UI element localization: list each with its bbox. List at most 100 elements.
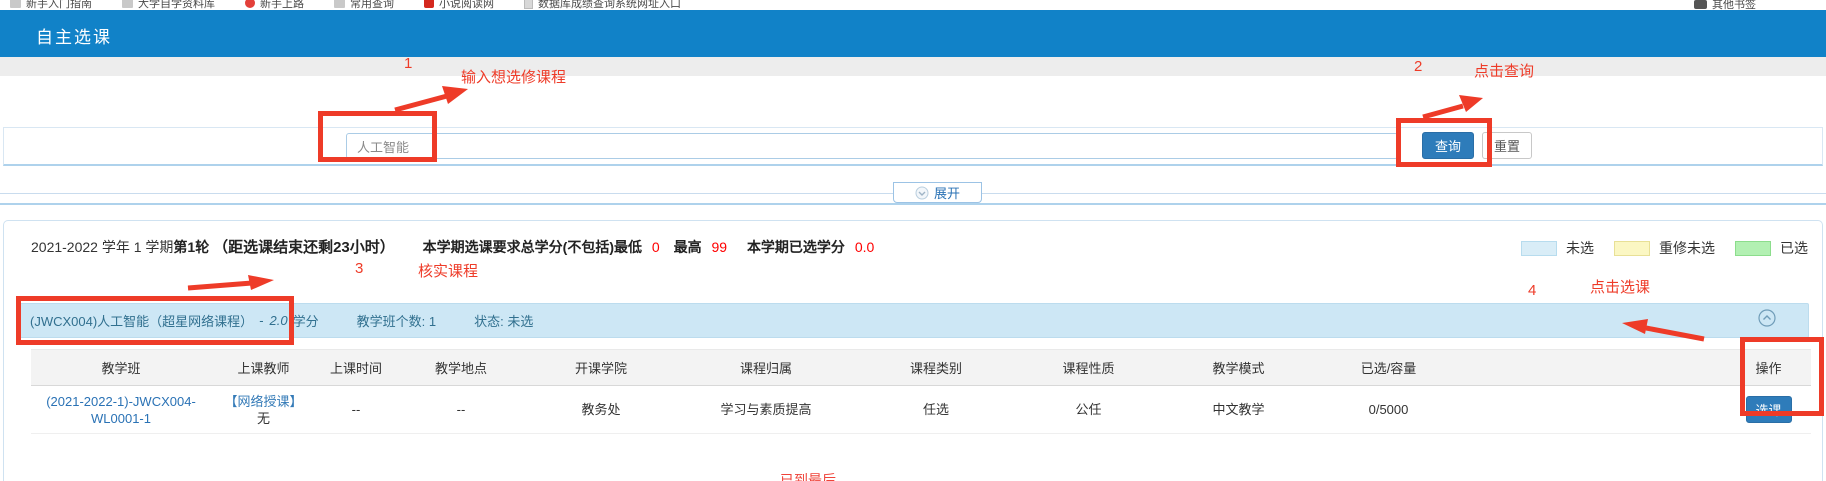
- arrow-icon: [1620, 317, 1708, 342]
- arrow-icon: [392, 84, 470, 114]
- cell-mode: 中文教学: [1161, 386, 1316, 434]
- other-bookmarks[interactable]: 其他书签: [1694, 0, 1756, 10]
- col-header-mode: 教学模式: [1161, 350, 1316, 386]
- step-label-2: 点击查询: [1474, 60, 1534, 81]
- course-class-count: 教学班个数: 1: [357, 311, 436, 330]
- toolbar-strip: [0, 57, 1826, 76]
- bookmark-label: 新手上路: [260, 0, 304, 10]
- cell-college: 教务处: [526, 386, 676, 434]
- term-label: 2021-2022 学年 1 学期: [31, 239, 173, 255]
- red-dot-icon: [245, 0, 255, 8]
- step-label-4: 点击选课: [1590, 276, 1650, 297]
- bookmark-label: 新手入门指南: [26, 0, 92, 10]
- other-bookmarks-label: 其他书签: [1712, 0, 1756, 10]
- semester-info: 2021-2022 学年 1 学期第1轮 （距选课结束还剩23小时） 本学期选课…: [31, 236, 874, 257]
- legend-item-unselected: 未选: [1521, 238, 1594, 258]
- legend-swatch: [1735, 241, 1771, 256]
- arrow-icon: [1421, 94, 1485, 121]
- cell-spacer: [1461, 386, 1726, 434]
- col-header-place: 教学地点: [396, 350, 526, 386]
- step-number-1: 1: [404, 55, 412, 72]
- step-number-3: 3: [355, 260, 363, 277]
- expand-toggle[interactable]: 展开: [893, 182, 982, 203]
- col-header-college: 开课学院: [526, 350, 676, 386]
- legend-label: 重修未选: [1659, 238, 1715, 258]
- max-label: 最高: [674, 239, 702, 255]
- legend-item-retake: 重修未选: [1614, 238, 1715, 258]
- bookmark-label: 小说阅读网: [439, 0, 494, 10]
- course-header-bar[interactable]: (JWCX004)人工智能（超星网络课程） - 2.0 学分 教学班个数: 1 …: [19, 303, 1809, 338]
- status-legend: 未选 重修未选 已选: [1521, 238, 1808, 258]
- browser-bookmarks-bar: 新手入门指南 大学自学资料库 新手上路 常用查询 小说阅读网 数据库成绩查询系统…: [0, 0, 1826, 10]
- class-code-link[interactable]: (2021-2022-1)-JWCX004-WL0001-1: [46, 394, 196, 426]
- col-header-time: 上课时间: [316, 350, 396, 386]
- col-header-category: 课程类别: [856, 350, 1016, 386]
- bookmark-item[interactable]: 常用查询: [334, 0, 394, 10]
- col-header-belong: 课程归属: [676, 350, 856, 386]
- course-title-dash: -: [259, 313, 263, 328]
- bookmark-label: 数据库成绩查询系统网址入口: [538, 0, 681, 10]
- bookmark-item[interactable]: 小说阅读网: [424, 0, 494, 10]
- footer-note: 已到最后: [780, 470, 836, 481]
- course-search-input[interactable]: [346, 133, 1398, 159]
- cell-nature: 公任: [1016, 386, 1161, 434]
- bookmark-label: 常用查询: [350, 0, 394, 10]
- course-title: (JWCX004)人工智能（超星网络课程）: [30, 311, 253, 330]
- course-status: 状态: 未选: [474, 311, 533, 330]
- page-title: 自主选课: [36, 23, 112, 48]
- min-credits: 0: [652, 239, 660, 255]
- folder-icon: [334, 0, 345, 8]
- legend-label: 已选: [1780, 238, 1808, 258]
- selected-credits-label: 本学期已选学分: [747, 239, 845, 255]
- course-credits-suffix: 学分: [293, 311, 319, 330]
- course-selection-page: 新手入门指南 大学自学资料库 新手上路 常用查询 小说阅读网 数据库成绩查询系统…: [0, 0, 1826, 481]
- reset-button[interactable]: 重置: [1482, 132, 1532, 159]
- arrow-icon: [186, 275, 276, 292]
- max-credits: 99: [711, 239, 727, 255]
- select-course-button[interactable]: 选课: [1746, 396, 1792, 423]
- chevron-down-circle-icon: [915, 186, 929, 200]
- search-panel: 查询 重置: [3, 127, 1823, 166]
- legend-swatch: [1521, 241, 1557, 256]
- teaching-class-table: 教学班 上课教师 上课时间 教学地点 开课学院 课程归属 课程类别 课程性质 教…: [31, 349, 1811, 434]
- legend-swatch: [1614, 241, 1650, 256]
- bookmark-item[interactable]: 新手入门指南: [10, 0, 92, 10]
- bookmark-label: 大学自学资料库: [138, 0, 215, 10]
- legend-item-selected: 已选: [1735, 238, 1808, 258]
- app-header: 自主选课: [0, 10, 1826, 57]
- col-header-capacity: 已选/容量: [1316, 350, 1461, 386]
- selected-credits: 0.0: [855, 239, 874, 255]
- countdown-label: （距选课结束还剩23小时）: [213, 239, 395, 256]
- step-number-4: 4: [1528, 282, 1536, 299]
- query-button[interactable]: 查询: [1422, 132, 1474, 159]
- folder-icon: [10, 0, 21, 8]
- table-header-row: 教学班 上课教师 上课时间 教学地点 开课学院 课程归属 课程类别 课程性质 教…: [31, 350, 1811, 386]
- col-header-class: 教学班: [31, 350, 211, 386]
- col-header-nature: 课程性质: [1016, 350, 1161, 386]
- step-label-3: 核实课程: [418, 260, 478, 281]
- cell-category: 任选: [856, 386, 1016, 434]
- cell-belong: 学习与素质提高: [676, 386, 856, 434]
- requirement-label: 本学期选课要求总学分(不包括)最低: [423, 239, 642, 255]
- divider: [0, 203, 1826, 205]
- step-number-2: 2: [1414, 58, 1422, 75]
- chevron-up-circle-icon[interactable]: [1758, 309, 1776, 327]
- course-credits: 2.0: [270, 313, 288, 328]
- bookmark-item[interactable]: 数据库成绩查询系统网址入口: [524, 0, 681, 10]
- step-label-1: 输入想选修课程: [461, 66, 566, 87]
- folder-icon: [122, 0, 133, 8]
- device-icon: [1694, 0, 1707, 9]
- red-app-icon: [424, 0, 434, 8]
- teacher-name: 无: [257, 411, 270, 426]
- teacher-tag: 【网络授课】: [211, 393, 316, 410]
- legend-label: 未选: [1566, 238, 1594, 258]
- round-label: 第1轮: [173, 239, 209, 255]
- bookmark-item[interactable]: 大学自学资料库: [122, 0, 215, 10]
- cell-capacity: 0/5000: [1316, 386, 1461, 434]
- expand-label: 展开: [934, 183, 960, 202]
- col-header-spacer: [1461, 350, 1726, 386]
- col-header-action: 操作: [1726, 350, 1811, 386]
- table-row: (2021-2022-1)-JWCX004-WL0001-1 【网络授课】 无 …: [31, 386, 1811, 434]
- cell-place: --: [396, 386, 526, 434]
- bookmark-item[interactable]: 新手上路: [245, 0, 304, 10]
